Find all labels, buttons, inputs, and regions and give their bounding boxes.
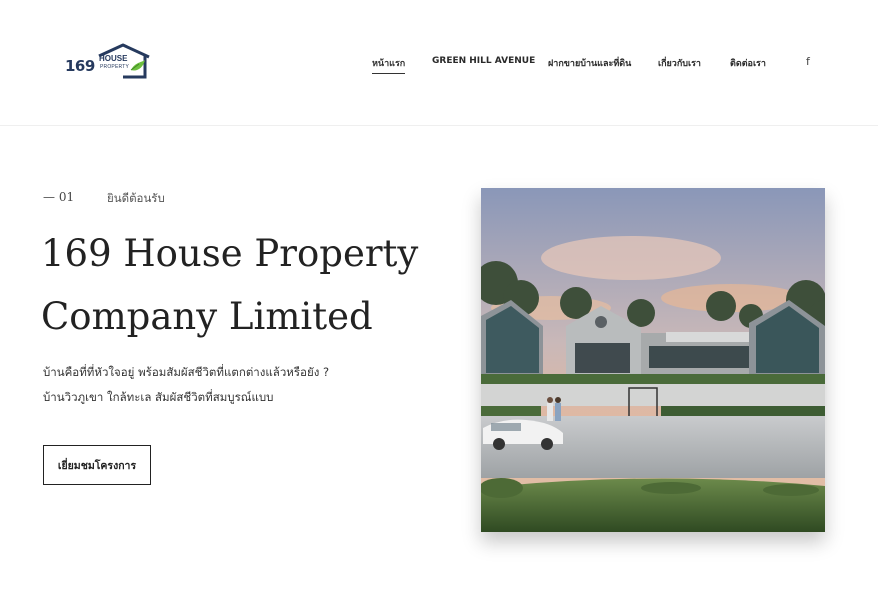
hero-title-line1: 169 House Property [41, 232, 419, 275]
hero-desc-line2: บ้านวิวภูเขา ใกล้ทะเล สัมผัสชีวิตที่สมบู… [43, 390, 274, 404]
nav-item-contact[interactable]: ติดต่อเรา [730, 56, 766, 70]
site-header: 169 HOUSE PROPERTY หน้าแรก GREEN HILL AV… [0, 0, 878, 126]
hero-title-line2: Company Limited [41, 295, 373, 338]
nav-item-about[interactable]: เกี่ยวกับเรา [658, 56, 701, 70]
hero-desc-line1: บ้านคือที่ที่หัวใจอยู่ พร้อมสัมผัสชีวิตท… [43, 365, 330, 379]
hero-title: 169 House Property Company Limited [41, 222, 461, 348]
nav-item-green-hill-avenue[interactable]: GREEN HILL AVENUE [432, 56, 535, 66]
section-eyebrow: ยินดีต้อนรับ [107, 191, 165, 205]
facebook-icon[interactable]: f [806, 55, 810, 68]
nav-item-home[interactable]: หน้าแรก [372, 56, 406, 74]
main-nav: หน้าแรก GREEN HILL AVENUE ฝากขายบ้านและท… [0, 56, 878, 74]
hero-house-image [481, 188, 825, 532]
section-number: — 01 [43, 190, 75, 204]
nav-item-sell-property[interactable]: ฝากขายบ้านและที่ดิน [548, 56, 631, 70]
visit-project-button[interactable]: เยี่ยมชมโครงการ [43, 445, 151, 485]
hero-description: บ้านคือที่ที่หัวใจอยู่ พร้อมสัมผัสชีวิตท… [43, 360, 443, 410]
